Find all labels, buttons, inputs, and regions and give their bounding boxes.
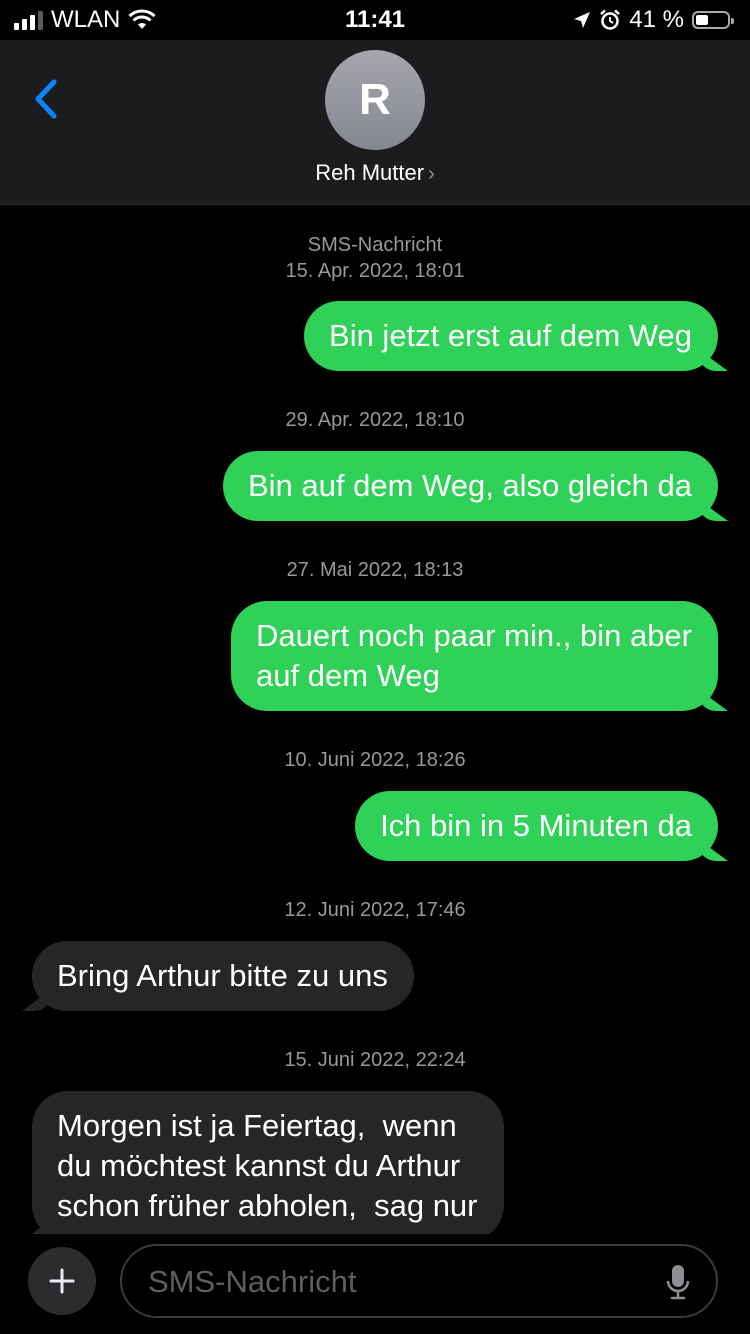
message-input-container[interactable] [120,1244,718,1318]
outgoing-message-bubble[interactable]: Ich bin in 5 Minuten da [355,791,718,861]
conversation-header: R Reh Mutter › [0,40,750,205]
microphone-icon[interactable] [666,1264,690,1300]
outgoing-message-bubble[interactable]: Bin jetzt erst auf dem Weg [304,301,718,371]
chevron-right-icon: › [428,163,435,185]
message-timestamp: 10. Juni 2022, 18:26 [284,749,466,771]
timestamp-text: 15. Apr. 2022, 18:01 [285,260,465,282]
alarm-icon [600,9,621,30]
incoming-message-bubble[interactable]: Bring Arthur bitte zu uns [32,941,414,1011]
message-timestamp: 15. Juni 2022, 22:24 [284,1049,466,1071]
location-icon [574,12,591,28]
contact-avatar[interactable]: R [325,50,425,150]
back-chevron-icon[interactable] [28,74,68,124]
status-bar: WLAN 11:41 41 % [0,0,750,40]
outgoing-message-bubble[interactable]: Dauert noch paar min., bin aber auf dem … [231,601,718,711]
contact-name-button[interactable]: Reh Mutter › [0,160,750,186]
message-service-label: SMS-Nachricht [307,234,443,256]
contact-name: Reh Mutter [315,160,425,185]
battery-level [696,15,709,25]
message-input[interactable] [146,1246,650,1318]
avatar-initial: R [359,75,391,124]
message-timestamp: 12. Juni 2022, 17:46 [284,899,466,921]
message-list[interactable]: SMS-Nachricht 15. Apr. 2022, 18:01 Bin j… [0,205,750,1234]
plus-icon [49,1268,75,1294]
message-timestamp: SMS-Nachricht 15. Apr. 2022, 18:01 [0,232,750,284]
battery-percent: 41 % [629,6,684,33]
message-composer [0,1234,750,1334]
incoming-message-bubble[interactable]: Morgen ist ja Feiertag, wenn du möchtest… [32,1091,504,1234]
apps-plus-button[interactable] [28,1247,96,1315]
message-timestamp: 29. Apr. 2022, 18:10 [285,409,465,431]
message-timestamp: 27. Mai 2022, 18:13 [286,559,464,581]
battery-icon [692,11,734,29]
outgoing-message-bubble[interactable]: Bin auf dem Weg, also gleich da [222,451,718,521]
